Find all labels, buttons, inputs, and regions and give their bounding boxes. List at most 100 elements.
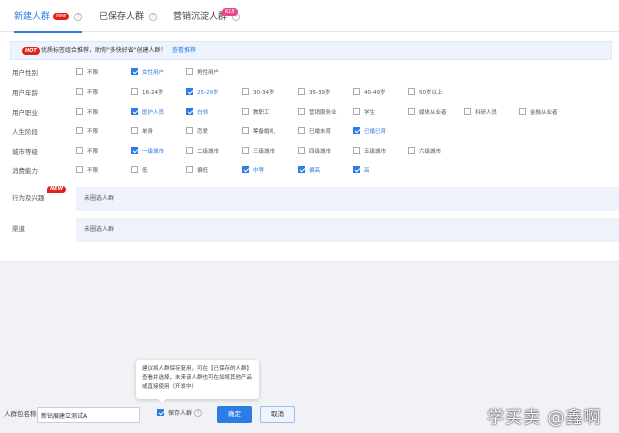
checkbox-icon[interactable] xyxy=(76,127,83,134)
option-checkbox[interactable]: 二级城市 xyxy=(186,144,219,160)
channel-label: 渠道 xyxy=(12,225,25,233)
option-checkbox[interactable]: 白领 xyxy=(186,105,208,121)
checkbox-icon[interactable] xyxy=(186,166,193,173)
checkbox-icon[interactable] xyxy=(157,409,164,416)
behavior-label: 行为及兴趣 xyxy=(12,194,45,202)
checkbox-icon[interactable] xyxy=(353,147,360,154)
recommendation-notice: HOT 优质标签组合推荐，助你"多快好省"创建人群！ 查看推荐 xyxy=(10,41,612,60)
checkbox-icon[interactable] xyxy=(186,68,193,75)
checkbox-icon[interactable] xyxy=(186,127,193,134)
option-checkbox[interactable]: 低 xyxy=(131,163,148,179)
checkbox-icon[interactable] xyxy=(242,127,249,134)
checkbox-icon[interactable] xyxy=(76,147,83,154)
help-icon[interactable]: ? xyxy=(74,13,83,21)
tab-new-crowd[interactable]: 新建人群 new ? xyxy=(14,0,83,33)
checkbox-icon[interactable] xyxy=(76,108,83,115)
checkbox-icon[interactable] xyxy=(131,166,138,173)
filter-label: 用户年龄 xyxy=(12,89,38,97)
tab-marketing-crowd[interactable]: 营销沉淀人群 ? xyxy=(173,0,240,32)
filter-gender: 用户性别 不限 女性用户 男性用户 xyxy=(0,65,619,81)
checkbox-icon[interactable] xyxy=(298,88,305,95)
option-checkbox[interactable]: 中等 xyxy=(242,163,264,179)
checkbox-icon[interactable] xyxy=(464,108,471,115)
option-checkbox[interactable]: 不限 xyxy=(76,144,98,160)
promo-618-badge: 618 xyxy=(222,8,238,16)
option-checkbox[interactable]: 不限 xyxy=(76,105,98,121)
option-checkbox[interactable]: 女性用户 xyxy=(131,65,164,81)
option-checkbox[interactable]: 偏低 xyxy=(186,163,208,179)
filter-age: 用户年龄 不限 18-24岁 25-29岁 30-34岁 35-39岁 40-4… xyxy=(0,85,619,101)
option-checkbox[interactable]: 一级城市 xyxy=(131,144,164,160)
crowd-name-input[interactable] xyxy=(37,407,140,423)
option-checkbox[interactable]: 高 xyxy=(353,163,370,179)
checkbox-icon[interactable] xyxy=(242,108,249,115)
behavior-selector[interactable]: 未圈选人群 xyxy=(76,187,619,211)
option-checkbox[interactable]: 偏高 xyxy=(298,163,320,179)
tab-saved-crowd[interactable]: 已保存人群 ? xyxy=(99,0,157,32)
option-checkbox[interactable]: 四级城市 xyxy=(298,144,331,160)
checkbox-icon[interactable] xyxy=(131,88,138,95)
option-checkbox[interactable]: 六级城市 xyxy=(408,144,441,160)
option-checkbox[interactable]: 学生 xyxy=(353,105,375,121)
checkbox-icon[interactable] xyxy=(353,88,360,95)
checkbox-icon[interactable] xyxy=(519,108,526,115)
option-checkbox[interactable]: 男性用户 xyxy=(186,65,219,81)
option-checkbox[interactable]: 营销服务业 xyxy=(298,105,337,121)
option-checkbox[interactable]: 科研人员 xyxy=(464,105,497,121)
checkbox-icon[interactable] xyxy=(298,147,305,154)
checkbox-icon[interactable] xyxy=(353,127,360,134)
checkbox-icon[interactable] xyxy=(242,88,249,95)
checkbox-icon[interactable] xyxy=(408,147,415,154)
option-checkbox[interactable]: 40-49岁 xyxy=(353,85,385,101)
checkbox-icon[interactable] xyxy=(76,68,83,75)
checkbox-icon[interactable] xyxy=(408,88,415,95)
filter-label: 人生阶段 xyxy=(12,128,38,136)
option-checkbox[interactable]: 不限 xyxy=(76,65,98,81)
confirm-button[interactable]: 确定 xyxy=(217,406,252,423)
checkbox-icon[interactable] xyxy=(353,108,360,115)
checkbox-icon[interactable] xyxy=(298,166,305,173)
checkbox-icon[interactable] xyxy=(353,166,360,173)
option-checkbox[interactable]: 恋爱 xyxy=(186,124,208,140)
option-checkbox[interactable]: 不限 xyxy=(76,85,98,101)
checkbox-icon[interactable] xyxy=(242,166,249,173)
option-checkbox[interactable]: 媒体从业者 xyxy=(408,105,447,121)
cancel-button[interactable]: 取消 xyxy=(260,406,295,423)
checkbox-icon[interactable] xyxy=(76,88,83,95)
help-icon[interactable]: ? xyxy=(148,13,157,21)
view-recommendation-link[interactable]: 查看推荐 xyxy=(172,42,196,60)
save-crowd-checkbox[interactable]: 保存人群? xyxy=(157,406,203,422)
checkbox-icon[interactable] xyxy=(131,147,138,154)
option-checkbox[interactable]: 金融从业者 xyxy=(519,105,558,121)
checkbox-icon[interactable] xyxy=(76,166,83,173)
channel-selector[interactable]: 未圈选人群 xyxy=(76,218,619,242)
save-tooltip: 建议将人群保存复用，可在【已保存的人群】查看并选择，未来该人群也可在如将其他产品… xyxy=(136,360,259,403)
checkbox-icon[interactable] xyxy=(242,147,249,154)
checkbox-icon[interactable] xyxy=(131,108,138,115)
checkbox-icon[interactable] xyxy=(186,147,193,154)
option-checkbox[interactable]: 三级城市 xyxy=(242,144,275,160)
option-checkbox[interactable]: 50岁以上 xyxy=(408,85,443,101)
option-checkbox[interactable]: 不限 xyxy=(76,163,98,179)
option-checkbox[interactable]: 单身 xyxy=(131,124,153,140)
option-checkbox[interactable]: 18-24岁 xyxy=(131,85,163,101)
option-checkbox[interactable]: 已婚已育 xyxy=(353,124,386,140)
option-checkbox[interactable]: 不限 xyxy=(76,124,98,140)
option-checkbox[interactable]: 医护人员 xyxy=(131,105,164,121)
checkbox-icon[interactable] xyxy=(131,68,138,75)
option-checkbox[interactable]: 教职工 xyxy=(242,105,270,121)
option-checkbox[interactable]: 已婚未育 xyxy=(298,124,331,140)
option-checkbox[interactable]: 30-34岁 xyxy=(242,85,274,101)
checkbox-icon[interactable] xyxy=(186,88,193,95)
help-icon[interactable]: ? xyxy=(194,409,203,417)
checkbox-icon[interactable] xyxy=(408,108,415,115)
option-checkbox[interactable]: 五级城市 xyxy=(353,144,386,160)
checkbox-icon[interactable] xyxy=(298,127,305,134)
option-checkbox[interactable]: 25-29岁 xyxy=(186,85,218,101)
checkbox-icon[interactable] xyxy=(131,127,138,134)
checkbox-icon[interactable] xyxy=(298,108,305,115)
option-checkbox[interactable]: 筹备婚礼 xyxy=(242,124,275,140)
checkbox-icon[interactable] xyxy=(186,108,193,115)
option-checkbox[interactable]: 35-39岁 xyxy=(298,85,330,101)
active-tab-indicator xyxy=(14,31,83,33)
